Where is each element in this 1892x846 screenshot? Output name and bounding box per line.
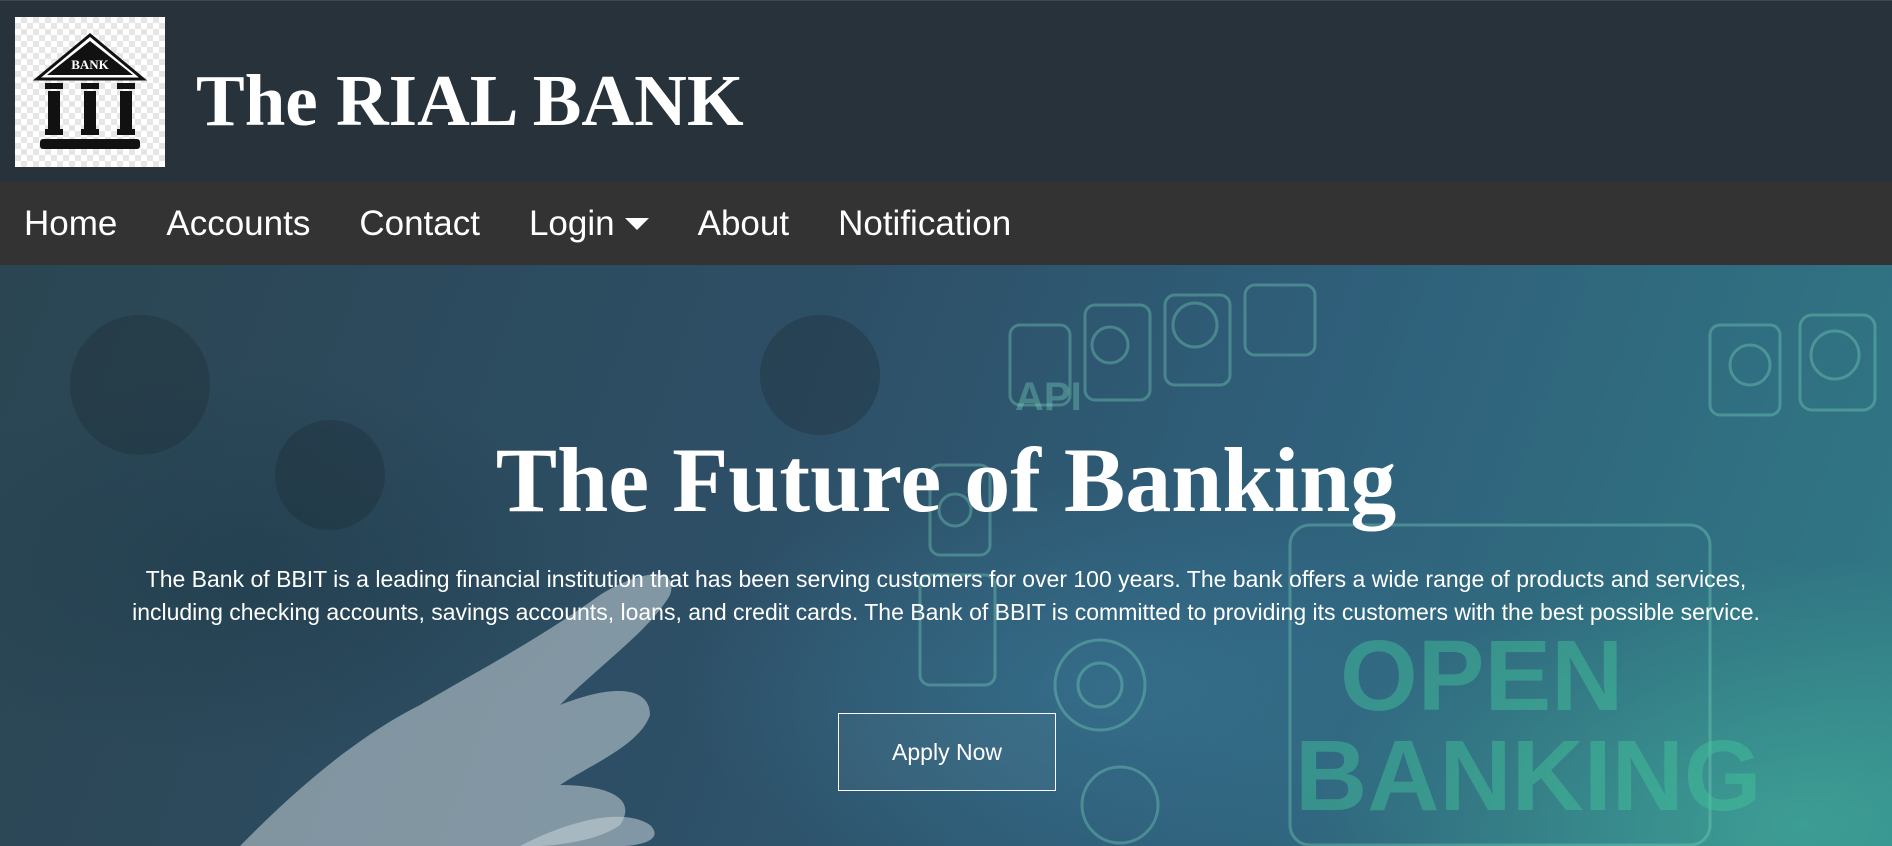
nav-label: About — [697, 203, 790, 243]
apply-now-button[interactable]: Apply Now — [838, 713, 1056, 791]
caret-down-icon — [624, 217, 649, 230]
hero-bg-word-banking: BANKING — [1295, 720, 1762, 832]
hero-bg-word-api: API — [1015, 375, 1082, 419]
nav-item-accounts[interactable]: Accounts — [166, 204, 310, 244]
bank-logo[interactable]: BANK — [15, 17, 165, 167]
nav-label: Contact — [359, 203, 480, 243]
nav-label: Home — [24, 203, 118, 243]
bank-building-icon: BANK — [32, 33, 148, 149]
hero-title: The Future of Banking — [495, 429, 1397, 531]
nav-item-contact[interactable]: Contact — [359, 204, 480, 244]
nav-item-notification[interactable]: Notification — [838, 204, 1011, 244]
nav-label: Accounts — [166, 203, 311, 243]
nav-item-login-dropdown[interactable]: Login — [529, 204, 649, 244]
site-title: The RIAL BANK — [196, 60, 744, 141]
hero-bg-word-open: OPEN — [1340, 620, 1623, 732]
nav-item-home[interactable]: Home — [24, 204, 117, 244]
hero-section: API OPEN BANKING The Future of Banking T… — [0, 265, 1892, 846]
nav-label: Notification — [838, 203, 1012, 243]
main-navbar: Home Accounts Contact Login About Notifi… — [0, 182, 1892, 265]
nav-label: Login — [528, 203, 615, 243]
nav-item-about[interactable]: About — [698, 204, 789, 244]
logo-text: BANK — [71, 57, 109, 72]
site-header: BANK The RIAL BANK — [0, 0, 1892, 182]
hero-description: The Bank of BBIT is a leading financial … — [132, 566, 1760, 625]
